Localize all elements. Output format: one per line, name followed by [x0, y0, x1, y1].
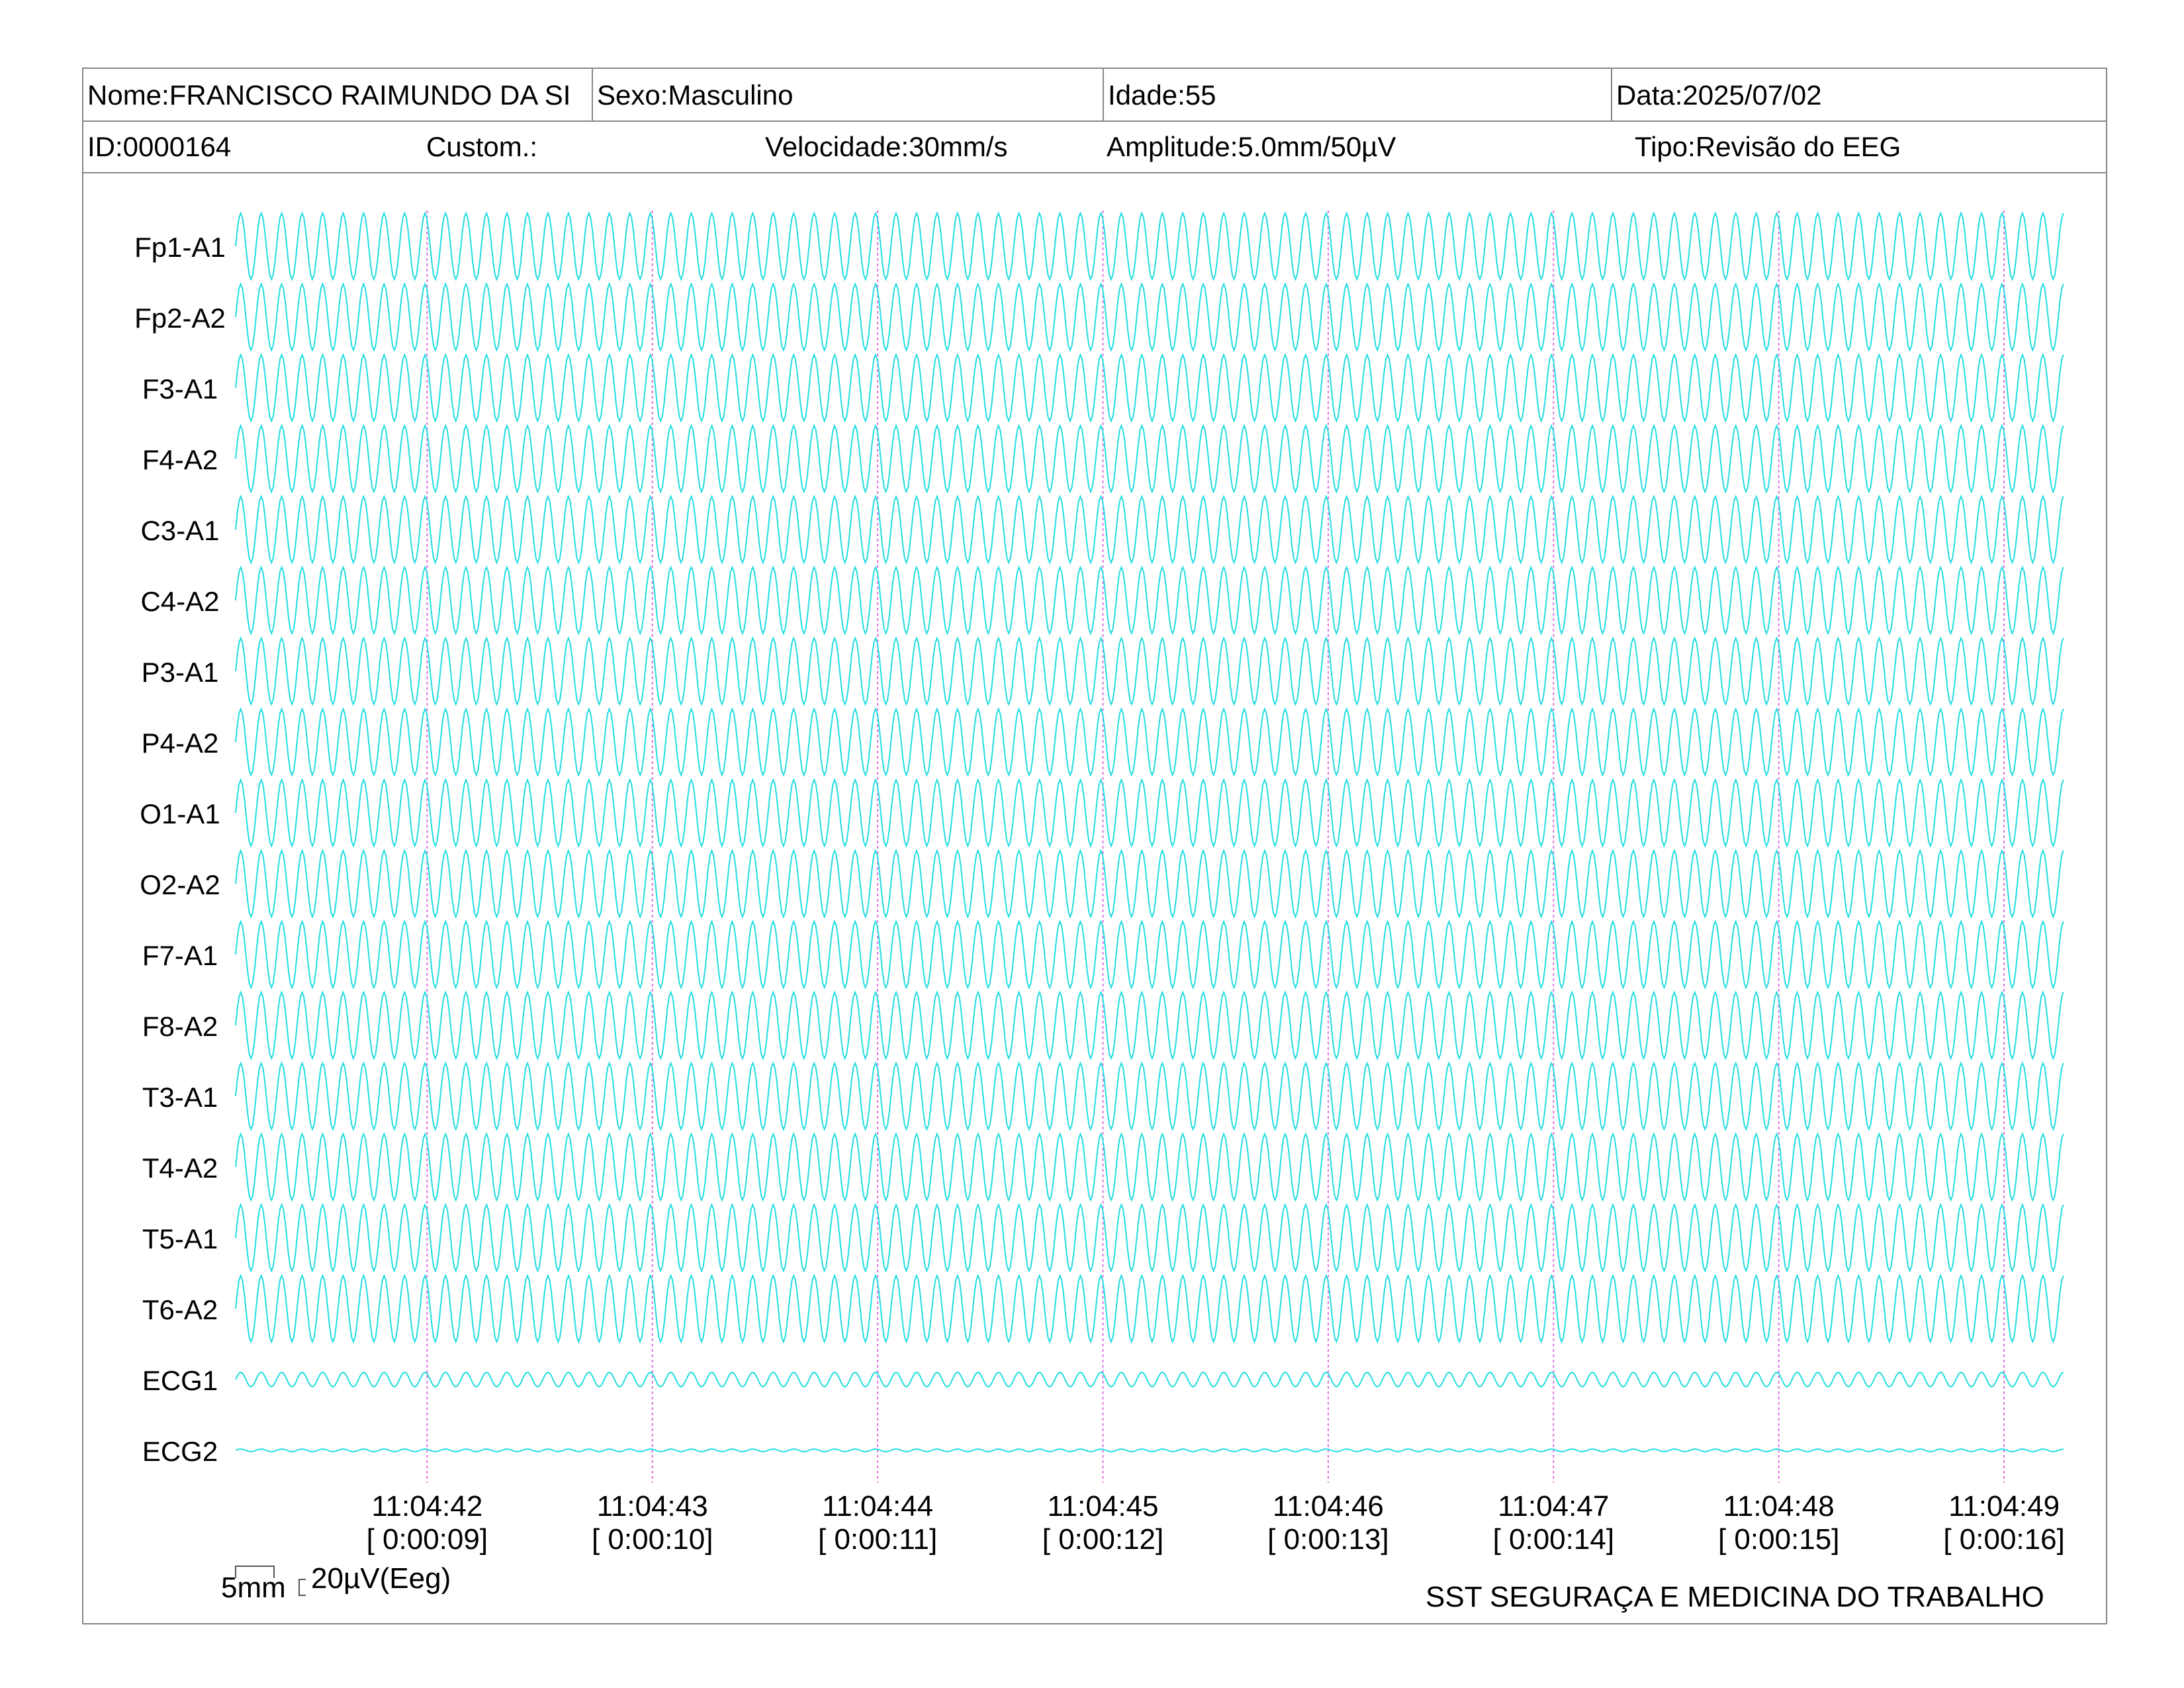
channel-trace	[235, 707, 2064, 777]
channel-label: T4-A2	[142, 1152, 218, 1184]
channel-label: T5-A1	[142, 1223, 218, 1254]
channel-trace	[235, 282, 2064, 352]
time-tick-elapsed: [ 0:00:10]	[592, 1523, 713, 1556]
time-tick-elapsed: [ 0:00:16]	[1943, 1523, 2064, 1556]
channel-trace	[235, 353, 2064, 423]
organization-name: SST SEGURAÇA E MEDICINA DO TRABALHO	[1426, 1581, 2044, 1613]
channel-trace	[235, 1448, 2064, 1453]
channel-trace	[235, 424, 2064, 494]
time-tick-clock: 11:04:44	[822, 1490, 933, 1523]
channel-trace	[235, 1061, 2064, 1131]
amplitude-scale-bar	[298, 1579, 306, 1596]
channel-trace	[235, 1274, 2064, 1344]
channel-label: F3-A1	[142, 373, 218, 404]
channel-trace	[235, 565, 2064, 635]
channel-label: Fp2-A2	[134, 303, 226, 334]
channel-label: F4-A2	[142, 444, 218, 475]
channel-label: T3-A1	[142, 1082, 218, 1113]
channel-label: C4-A2	[140, 586, 219, 617]
channel-label: O2-A2	[140, 869, 220, 900]
time-tick-clock: 11:04:42	[371, 1490, 482, 1523]
time-tick-clock: 11:04:48	[1723, 1490, 1835, 1523]
channel-trace	[235, 990, 2064, 1060]
channel-label: T6-A2	[142, 1294, 218, 1325]
eeg-chart: 11:04:42[ 0:00:09] 11:04:43[ 0:00:10] 11:0…	[134, 211, 2065, 1596]
time-tick-clock: 11:04:49	[1948, 1490, 2060, 1523]
time-tick-elapsed: [ 0:00:12]	[1042, 1523, 1163, 1556]
channel-label: O1-A1	[140, 798, 220, 829]
channel-label: Fp1-A1	[134, 232, 226, 263]
channel-trace	[235, 1371, 2064, 1388]
time-tick-elapsed: [ 0:00:15]	[1718, 1523, 1839, 1556]
channel-trace	[235, 1203, 2064, 1273]
amplitude-scale-label: 20µV(Eeg)	[311, 1562, 451, 1595]
channel-trace	[235, 636, 2064, 706]
time-tick-elapsed: [ 0:00:09]	[367, 1523, 488, 1556]
time-tick-elapsed: [ 0:00:11]	[818, 1523, 937, 1556]
time-tick-clock: 11:04:45	[1048, 1490, 1159, 1523]
channel-label: P4-A2	[142, 727, 219, 759]
time-tick-clock: 11:04:46	[1273, 1490, 1384, 1523]
channel-label: ECG1	[142, 1365, 218, 1396]
channel-label: C3-A1	[140, 515, 219, 546]
channel-trace	[235, 1132, 2064, 1202]
channel-label: P3-A1	[142, 657, 219, 688]
time-tick-clock: 11:04:43	[597, 1490, 708, 1523]
channel-label: ECG2	[142, 1436, 218, 1467]
time-tick-elapsed: [ 0:00:14]	[1493, 1523, 1614, 1556]
channel-trace	[235, 211, 2064, 281]
time-tick-clock: 11:04:47	[1498, 1490, 1609, 1523]
channel-label: F7-A1	[142, 940, 218, 971]
time-scale-label: 5mm	[221, 1571, 286, 1604]
channel-trace	[235, 778, 2064, 848]
channel-trace	[235, 919, 2064, 990]
channel-trace	[235, 494, 2064, 565]
time-tick-elapsed: [ 0:00:13]	[1267, 1523, 1388, 1556]
channel-trace	[235, 849, 2064, 919]
channel-label: F8-A2	[142, 1011, 218, 1042]
